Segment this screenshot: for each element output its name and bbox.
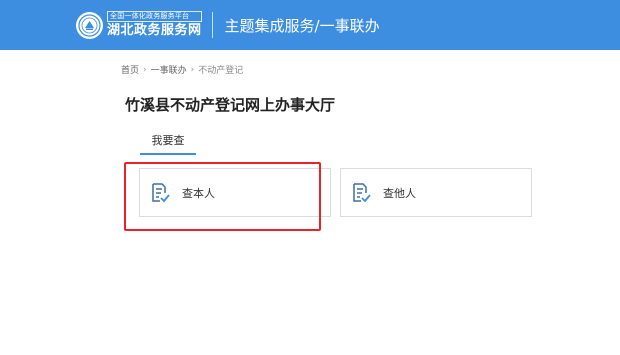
top-header: 全国一体化政务服务平台 湖北政务服务网 主题集成服务/一事联办 [0,0,620,50]
header-divider [211,12,213,38]
section-title: 主题集成服务/一事联办 [224,16,380,35]
page-title: 竹溪县不动产登记网上办事大厅 [125,96,336,114]
card-label: 查他人 [383,186,416,200]
breadcrumb-current: 不动产登记 [198,66,244,76]
document-check-icon [148,181,172,205]
breadcrumb-separator: › [143,64,147,75]
site-logo[interactable]: 全国一体化政务服务平台 湖北政务服务网 [76,0,202,50]
logo-title: 湖北政务服务网 [107,23,202,38]
query-self-card[interactable]: 查本人 [139,168,331,217]
breadcrumb: 首页 › 一事联办 › 不动产登记 [121,63,244,77]
emblem-icon [76,11,103,39]
breadcrumb-joint-service[interactable]: 一事联办 [151,63,187,76]
card-label: 查本人 [182,186,215,200]
breadcrumb-separator: › [190,64,195,75]
query-others-card[interactable]: 查他人 [340,168,532,217]
logo-subtitle: 全国一体化政务服务平台 [107,11,202,22]
document-check-icon [349,181,373,205]
breadcrumb-home[interactable]: 首页 [121,63,139,76]
tab-query[interactable]: 我要查 [140,133,196,155]
